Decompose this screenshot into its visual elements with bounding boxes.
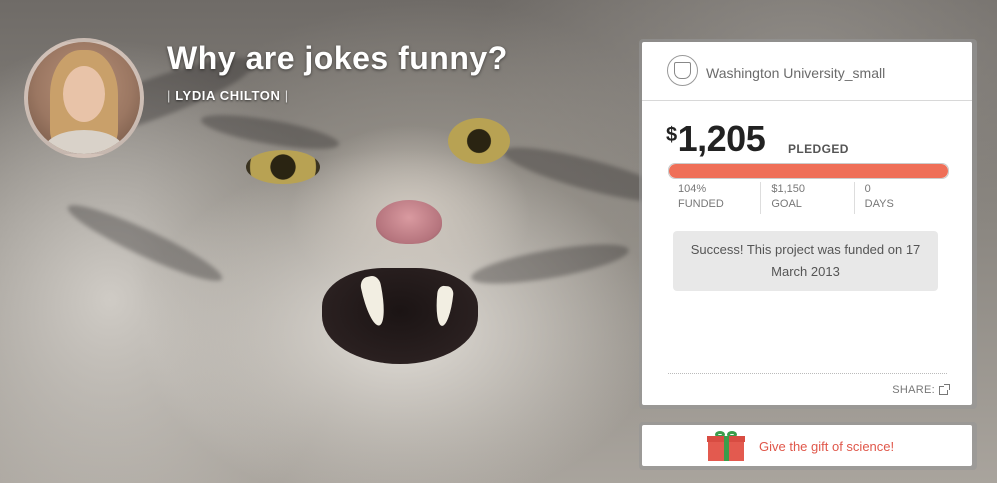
stat-label: DAYS: [864, 198, 894, 210]
progress-fill: [669, 164, 948, 178]
stat-value: 0: [864, 183, 871, 195]
stat-goal: $1,150 GOAL: [761, 182, 855, 214]
institution-header[interactable]: Washington University_small: [642, 42, 972, 101]
stat-value: 104%: [678, 183, 707, 195]
stat-days: 0 DAYS: [855, 182, 947, 214]
gift-label: Give the gift of science!: [759, 439, 895, 454]
pledged-value: 1,205: [677, 118, 766, 159]
university-seal-icon: [667, 55, 698, 86]
stat-funded: 104% FUNDED: [668, 182, 762, 214]
funding-progress-bar: [668, 163, 949, 179]
success-message: Success! This project was funded on 17 M…: [673, 231, 938, 291]
share-label: SHARE:: [892, 384, 935, 396]
share-icon: [939, 383, 950, 395]
gift-card: Give the gift of science!: [639, 422, 977, 470]
stat-value: $1,150: [771, 183, 805, 195]
divider: [668, 373, 947, 374]
author-avatar[interactable]: [24, 38, 144, 158]
gift-icon: [707, 431, 745, 461]
stat-label: FUNDED: [678, 198, 724, 210]
author-name-label[interactable]: | LYDIA CHILTON |: [167, 88, 289, 103]
currency-symbol: $: [666, 124, 677, 146]
author-name[interactable]: LYDIA CHILTON: [175, 88, 280, 103]
share-button[interactable]: SHARE:: [892, 383, 950, 396]
funding-card: Washington University_small $1,205 PLEDG…: [639, 39, 977, 409]
institution-name[interactable]: Washington University_small: [706, 65, 885, 81]
stat-label: GOAL: [771, 198, 802, 210]
pledged-amount: $1,205: [666, 118, 766, 160]
gift-button[interactable]: Give the gift of science!: [642, 425, 972, 466]
pledged-label: PLEDGED: [788, 142, 849, 156]
project-title: Why are jokes funny?: [167, 40, 508, 76]
funding-stats: 104% FUNDED $1,150 GOAL 0 DAYS: [668, 182, 947, 214]
